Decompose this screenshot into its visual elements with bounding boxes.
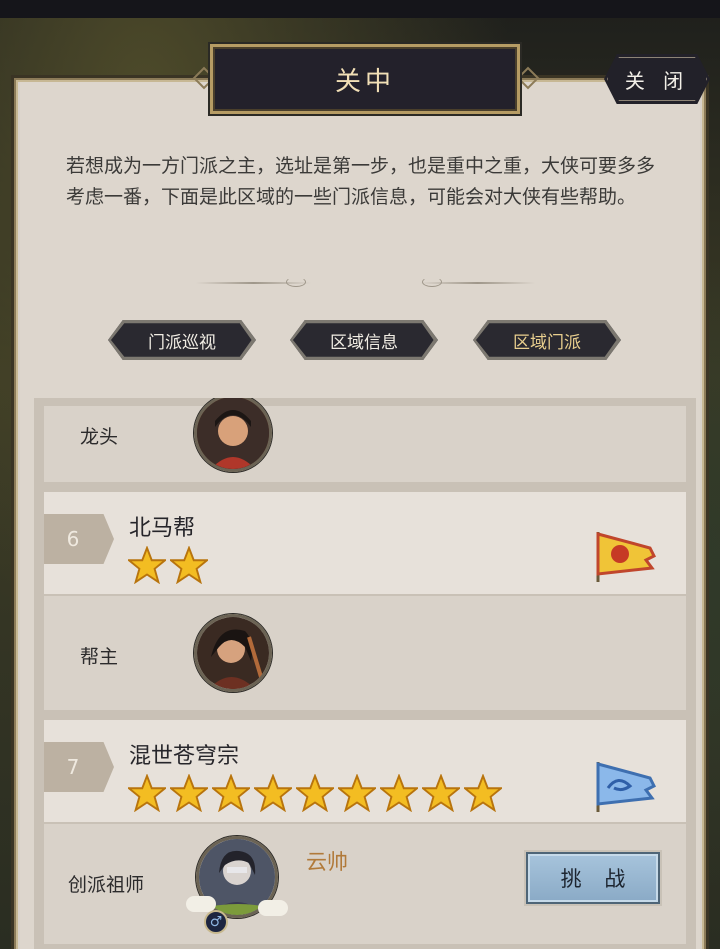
- sect-name: 混世苍穹宗: [129, 744, 240, 769]
- sect-name: 北马帮: [129, 516, 196, 541]
- challenge-button-label: 挑 战: [560, 867, 634, 891]
- leader-name[interactable]: 云帅: [306, 846, 348, 876]
- card-body: [44, 406, 686, 482]
- role-label: 创派祖师: [68, 874, 145, 896]
- rank-number: 7: [66, 755, 80, 779]
- close-button-label: 关 闭: [624, 68, 690, 93]
- red-dragon-flag-icon: [596, 532, 657, 582]
- star-icon: [464, 774, 502, 812]
- star-rating: [128, 546, 208, 584]
- top-bar: [0, 0, 720, 18]
- star-icon: [170, 774, 208, 812]
- male-gender-icon: ♂: [204, 910, 228, 934]
- star-icon: [422, 774, 460, 812]
- cloud-decoration: [258, 900, 288, 916]
- star-icon: [170, 546, 208, 584]
- divider-swirl-icon: [286, 277, 306, 287]
- region-description: 若想成为一方门派之主，选址是第一步，也是重中之重，大侠可要多多考虑一番，下面是此…: [66, 155, 656, 208]
- challenge-button[interactable]: 挑 战: [526, 852, 660, 904]
- role-label: 帮主: [80, 646, 119, 668]
- star-rating: [128, 774, 502, 812]
- card-body: [44, 596, 686, 710]
- rank-badge: 7: [44, 742, 114, 792]
- rank-badge: 6: [44, 514, 114, 564]
- star-icon: [338, 774, 376, 812]
- tab-region-sects[interactable]: 区域门派: [473, 320, 621, 360]
- title-plaque: 关中: [210, 44, 520, 114]
- sect-list[interactable]: 龙头 6 北马帮 帮主 7 混世苍穹宗 创派祖师 ♂ 云帅 挑 战: [34, 398, 696, 949]
- star-icon: [296, 774, 334, 812]
- rank-number: 6: [66, 527, 80, 551]
- star-icon: [380, 774, 418, 812]
- tab-region-info[interactable]: 区域信息: [290, 320, 438, 360]
- page-title: 关中: [334, 66, 395, 97]
- star-icon: [254, 774, 292, 812]
- close-button[interactable]: 关 闭: [604, 54, 710, 104]
- tab-label: 区域信息: [330, 332, 398, 353]
- star-icon: [128, 774, 166, 812]
- divider-right: [420, 282, 535, 284]
- role-label: 龙头: [80, 426, 119, 448]
- star-icon: [212, 774, 250, 812]
- tab-label: 区域门派: [513, 332, 581, 353]
- tab-sect-patrol[interactable]: 门派巡视: [108, 320, 256, 360]
- leader-avatar[interactable]: [194, 614, 272, 692]
- tab-label: 门派巡视: [148, 332, 216, 353]
- blue-dragon-flag-icon: [596, 762, 657, 812]
- star-icon: [128, 546, 166, 584]
